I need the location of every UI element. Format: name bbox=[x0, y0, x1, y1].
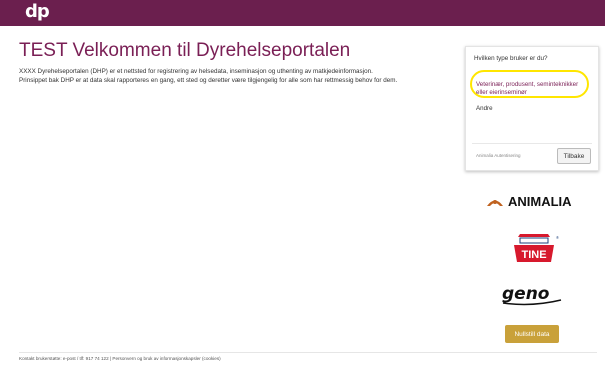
back-button[interactable]: Tilbake bbox=[557, 148, 591, 164]
intro-text: XXXX Dyrehelseportalen (DHP) er et netts… bbox=[19, 67, 459, 85]
tine-wordmark: TINE bbox=[521, 249, 546, 261]
support-contact: Kontakt brukerstøtte: e-post / tlf: 917 … bbox=[19, 356, 109, 361]
user-type-panel: Hvilken type bruker er du? Veterinær, pr… bbox=[465, 46, 599, 171]
top-bar: dp bbox=[0, 0, 605, 26]
panel-divider bbox=[472, 143, 592, 144]
intro-line-1: XXXX Dyrehelseportalen (DHP) er et netts… bbox=[19, 68, 373, 75]
footer-divider bbox=[19, 352, 597, 353]
animalia-wordmark: ANIMALIA bbox=[508, 194, 572, 209]
user-type-question: Hvilken type bruker er du? bbox=[474, 55, 548, 62]
tine-logo: TINE ® bbox=[514, 234, 559, 262]
footer: Kontakt brukerstøtte: e-post / tlf: 917 … bbox=[19, 356, 221, 361]
user-type-option-other[interactable]: Andre bbox=[476, 105, 493, 112]
dhp-logo[interactable]: dp bbox=[25, 2, 50, 22]
geno-logo: geno bbox=[502, 284, 562, 306]
animalia-logo: ANIMALIA bbox=[487, 194, 572, 209]
privacy-link[interactable]: Personvern og bruk av informasjonskapsle… bbox=[112, 356, 220, 361]
intro-line-2: Prinsippet bak DHP er at data skal rappo… bbox=[19, 77, 398, 84]
page-title: TEST Velkommen til Dyrehelseportalen bbox=[19, 40, 351, 61]
reset-data-button[interactable]: Nullstill data bbox=[505, 325, 559, 343]
user-type-option-veterinarian[interactable]: Veterinær, produsent, seminteknikker ell… bbox=[476, 81, 588, 97]
authentication-provider-label: Animalia Autentisering bbox=[476, 153, 521, 158]
svg-text:®: ® bbox=[556, 235, 559, 240]
geno-wordmark: geno bbox=[502, 284, 550, 304]
